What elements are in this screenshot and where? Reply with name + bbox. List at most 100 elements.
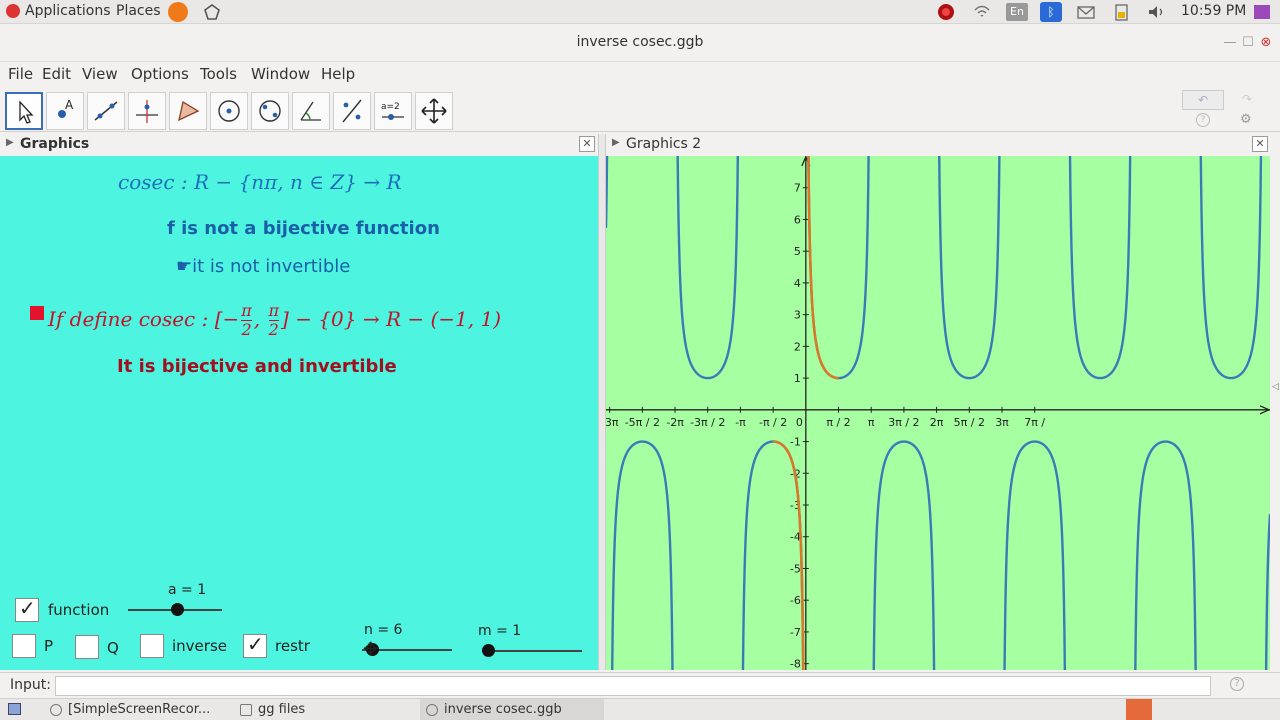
- graphics2-view[interactable]: -3π -5π / 2 -2π -3π / 2 -π -π / 2 0 π / 2 π 3π / …: [606, 156, 1270, 670]
- window-title: inverse cosec.ggb: [576, 34, 704, 50]
- task-inverse-cosec[interactable]: inverse cosec.ggb: [420, 699, 604, 720]
- x-tick-label: 3π: [995, 416, 1009, 429]
- x-tick-label: -3π / 2: [690, 416, 725, 429]
- slider-m-knob[interactable]: [482, 644, 495, 657]
- menu-edit[interactable]: Edit: [42, 65, 71, 83]
- y-tick-label: 2: [794, 340, 801, 353]
- cosec-branch-line: [676, 156, 740, 380]
- slider-n-label: n = 6: [364, 622, 403, 638]
- volume-icon[interactable]: [1146, 3, 1166, 21]
- polygon-tool-button[interactable]: [169, 92, 207, 130]
- slider-icon: a=2: [381, 102, 404, 120]
- input-field[interactable]: [55, 676, 1211, 696]
- wifi-icon[interactable]: [972, 3, 992, 21]
- menu-file[interactable]: File: [8, 65, 33, 83]
- x-tick-label: -5π / 2: [625, 416, 660, 429]
- frac-den-a: 2: [241, 320, 252, 339]
- close-window-button[interactable]: ⊗: [1258, 35, 1274, 50]
- slider-a-knob[interactable]: [171, 603, 184, 616]
- point-icon: A: [58, 98, 74, 118]
- panel-toggle-icon[interactable]: ▶: [6, 137, 14, 148]
- cosec-branch-line: [872, 440, 936, 670]
- keyboard-layout-indicator[interactable]: En: [1006, 3, 1028, 21]
- help-icon[interactable]: ?: [1196, 113, 1210, 127]
- places-menu[interactable]: Places: [116, 3, 161, 19]
- p-checkbox[interactable]: [12, 634, 36, 658]
- function-checkbox[interactable]: ✓: [15, 596, 39, 622]
- menu-window[interactable]: Window: [251, 65, 310, 83]
- menu-help[interactable]: Help: [321, 65, 355, 83]
- firefox-icon[interactable]: [168, 2, 188, 22]
- maximize-button[interactable]: ☐: [1240, 35, 1256, 50]
- clock[interactable]: 10:59 PM: [1181, 3, 1246, 19]
- not-bijective-text: f is not a bijective function: [167, 218, 440, 239]
- x-tick-label: -2π: [666, 416, 684, 429]
- trash-indicator-icon[interactable]: [1126, 699, 1152, 720]
- record-indicator-icon[interactable]: [936, 3, 956, 21]
- x-tick-label: 0: [796, 416, 803, 429]
- task-gg-files[interactable]: gg files: [234, 699, 384, 720]
- frac-den-b: 2: [268, 320, 279, 339]
- inverse-checkbox[interactable]: [140, 634, 164, 658]
- angle-tool-button[interactable]: [292, 92, 330, 130]
- perpendicular-line-icon: [136, 100, 158, 123]
- restricted-domain-suffix: ] − {0} → R − (−1, 1): [281, 307, 502, 331]
- mail-icon[interactable]: [1076, 3, 1096, 21]
- slider-tool-button[interactable]: a=2: [374, 92, 412, 130]
- panel-divider[interactable]: [598, 134, 606, 670]
- move-tool-button[interactable]: [5, 92, 43, 130]
- session-menu-icon[interactable]: [1252, 3, 1272, 21]
- move-view-tool-button[interactable]: [415, 92, 453, 130]
- graphics2-panel-title: Graphics 2: [626, 136, 702, 152]
- applications-menu[interactable]: Applications: [25, 3, 111, 19]
- frac-pi-over-2-b: π2: [268, 301, 280, 339]
- show-desktop-icon[interactable]: [8, 703, 21, 715]
- panel2-toggle-icon[interactable]: ▶: [612, 137, 620, 148]
- y-tick-label: 4: [794, 277, 801, 290]
- side-expand-icon[interactable]: ◁: [1272, 382, 1279, 392]
- line-tool-button[interactable]: [87, 92, 125, 130]
- input-help-icon[interactable]: ?: [1230, 677, 1244, 691]
- close-graphics2-panel-button[interactable]: ✕: [1252, 136, 1268, 152]
- input-label: Input:: [10, 677, 51, 693]
- cosec-branch-line: [610, 440, 674, 670]
- circle-tool-button[interactable]: [210, 92, 248, 130]
- menu-tools[interactable]: Tools: [200, 65, 237, 83]
- polygon-icon: [178, 100, 200, 122]
- checkmark-icon: ✓: [247, 632, 264, 656]
- close-graphics-panel-button[interactable]: ✕: [579, 136, 595, 152]
- perpendicular-tool-button[interactable]: [128, 92, 166, 130]
- graphics-view[interactable]: cosec : R − {nπ, n ∈ Z} → R f is not a b…: [0, 156, 598, 670]
- slider-a-label: a = 1: [168, 582, 207, 598]
- reflect-line-icon: [342, 99, 362, 123]
- q-checkbox[interactable]: [75, 635, 99, 659]
- p-checkbox-label: P: [44, 637, 54, 655]
- not-invertible-text: ☛it is not invertible: [176, 256, 351, 277]
- point-tool-button[interactable]: A: [46, 92, 84, 130]
- conic-tool-button[interactable]: [251, 92, 289, 130]
- undo-button[interactable]: ↶: [1182, 90, 1224, 110]
- frac-pi-over-2-a: π2: [241, 302, 252, 339]
- restr-checkbox[interactable]: ✓: [243, 632, 267, 658]
- slider-m-track[interactable]: [482, 650, 582, 652]
- y-tick-label: 3: [794, 309, 801, 322]
- system-top-bar: Applications Places En ᛒ 10:59 PM: [0, 0, 1280, 24]
- reflect-tool-button[interactable]: [333, 92, 371, 130]
- minimize-button[interactable]: —: [1222, 35, 1238, 50]
- battery-icon[interactable]: [1112, 3, 1132, 21]
- task-screen-recorder[interactable]: [SimpleScreenRecor...: [44, 699, 214, 720]
- redo-button[interactable]: ↷: [1230, 90, 1264, 110]
- frac-num-b: π: [268, 301, 280, 321]
- x-tick-label: 7π /: [1024, 416, 1045, 429]
- menu-options[interactable]: Options: [131, 65, 189, 83]
- cosec-branch-line: [1199, 156, 1263, 380]
- codomain-statement-text: cosec : R − {nπ, n ∈ Z} → R: [118, 170, 402, 194]
- settings-launcher-icon[interactable]: [202, 3, 222, 21]
- bluetooth-icon[interactable]: ᛒ: [1040, 2, 1062, 22]
- menu-view[interactable]: View: [82, 65, 118, 83]
- ubuntu-logo-icon[interactable]: [6, 4, 20, 18]
- y-tick-label: 7: [794, 182, 801, 195]
- settings-gear-icon[interactable]: ⚙: [1240, 112, 1252, 127]
- cosec-branch-line: [1134, 440, 1197, 670]
- restricted-domain-sep: ,: [253, 307, 267, 331]
